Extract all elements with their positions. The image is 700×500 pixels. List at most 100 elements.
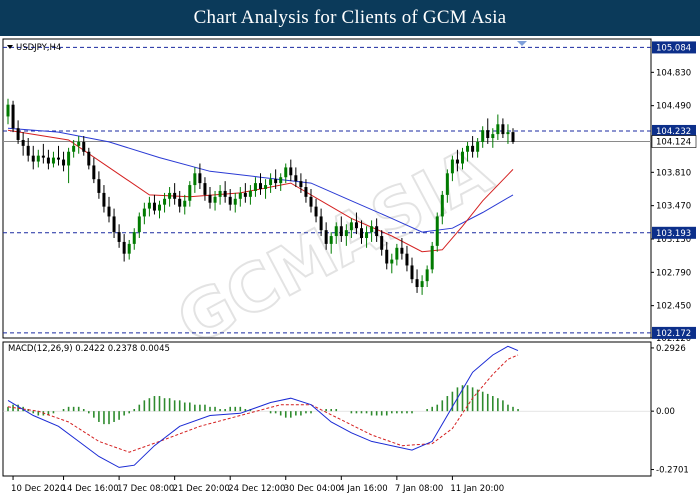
candle <box>430 241 434 274</box>
candle-body <box>466 145 470 152</box>
candle-body <box>450 159 454 174</box>
macd-panel-frame <box>2 341 652 477</box>
candle-body <box>304 187 308 197</box>
level-tag: 104.232 <box>652 124 696 137</box>
candle-body <box>122 241 126 254</box>
time-tick-label: 4 Jan 16:00 <box>339 484 387 494</box>
candle-body <box>264 185 268 189</box>
header-bar: Chart Analysis for Clients of GCM Asia <box>0 0 700 36</box>
price-axis: 104.830104.490103.810103.470103.130102.7… <box>651 68 691 344</box>
candle-body <box>269 179 273 186</box>
candle-body <box>67 151 71 166</box>
candle-body <box>440 194 444 217</box>
candle-body <box>375 226 379 237</box>
candle-body <box>511 132 515 142</box>
level-tag-label: 105.084 <box>656 43 691 53</box>
candle-body <box>390 259 394 264</box>
candle-body <box>16 128 20 140</box>
candle-body <box>354 222 358 229</box>
time-tick-label: 30 Dec 04:00 <box>284 484 341 494</box>
candle-body <box>228 196 232 205</box>
candle-body <box>360 228 363 239</box>
candle-body <box>380 236 384 250</box>
level-tag-label: 102.172 <box>656 329 691 339</box>
symbol-label: USDJPY,H4 <box>16 43 61 53</box>
candle-body <box>57 157 60 160</box>
candle-body <box>471 145 475 152</box>
candle <box>435 212 439 252</box>
candle-body <box>183 200 187 207</box>
candle-body <box>137 216 141 233</box>
candle-body <box>208 194 212 203</box>
candle-body <box>51 157 55 164</box>
level-markers: 105.084 104.232104.124 103.193 102.172 <box>651 41 697 339</box>
candle-body <box>435 216 439 246</box>
candle-body <box>314 206 318 217</box>
candle-body <box>107 206 111 217</box>
candle-body <box>385 249 389 264</box>
level-tag: 102.172 <box>652 326 696 339</box>
candle-body <box>274 179 278 184</box>
candle-body <box>309 196 313 207</box>
candle-body <box>82 141 86 152</box>
time-tick-label: 14 Dec 16:00 <box>62 484 119 494</box>
candle-body <box>213 196 217 203</box>
candle-body <box>324 230 328 244</box>
candle-body <box>455 159 459 164</box>
candle-body <box>319 216 323 231</box>
candle-body <box>294 175 298 182</box>
candle-body <box>339 226 343 237</box>
time-tick-label: 10 Dec 2020 <box>11 484 65 494</box>
macd-axis: 0.2926 0.00 -0.2701 <box>651 344 689 476</box>
chart-canvas: GCMASIA 104.830104.490103.810103.470103.… <box>2 38 697 494</box>
macd-tick-label: 0.00 <box>656 407 675 417</box>
candle-body <box>132 232 136 244</box>
level-tag: 105.084 <box>652 41 696 54</box>
candle-body <box>253 183 257 191</box>
candle-body <box>491 134 495 139</box>
candle-body <box>248 190 252 197</box>
candle-body <box>112 216 116 233</box>
candle-body <box>430 245 434 270</box>
candle-body <box>163 198 167 205</box>
time-tick-label: 24 Dec 12:00 <box>228 484 285 494</box>
candle-body <box>445 173 449 195</box>
candle-body <box>46 157 50 164</box>
candle-body <box>117 232 121 242</box>
candle-body <box>92 165 96 180</box>
candle-body <box>284 167 288 178</box>
price-tick-label: 102.790 <box>656 268 691 278</box>
candle-body <box>365 232 369 239</box>
candle-body <box>238 192 242 199</box>
level-tag-label: 103.193 <box>656 229 691 239</box>
candle-body <box>198 173 202 184</box>
price-tick-label: 104.490 <box>656 102 691 112</box>
time-tick-label: 11 Jan 20:00 <box>450 484 504 494</box>
candle-body <box>279 177 283 184</box>
time-tick-label: 21 Dec 20:00 <box>173 484 230 494</box>
candle-body <box>501 124 505 135</box>
level-tag-label: 104.124 <box>656 138 691 148</box>
candle-body <box>97 179 101 193</box>
candle-body <box>349 222 353 231</box>
candle-body <box>218 190 222 197</box>
candle-body <box>147 202 151 209</box>
candle-body <box>158 204 161 211</box>
candle-body <box>344 230 348 237</box>
candle-body <box>420 281 424 288</box>
candle-body <box>334 226 338 237</box>
candle-body <box>481 130 485 142</box>
candle-body <box>31 155 35 162</box>
candle-body <box>496 124 500 135</box>
level-tag: 104.124 <box>651 135 697 148</box>
candle-body <box>233 198 237 205</box>
candle-body <box>223 190 227 197</box>
price-tick-label: 102.450 <box>656 302 691 312</box>
candle-body <box>299 181 303 188</box>
candle-body <box>41 155 45 158</box>
macd-tick-label: -0.2701 <box>656 466 689 476</box>
candle-body <box>193 173 197 186</box>
price-tick-label: 103.470 <box>656 202 691 212</box>
candle <box>11 100 15 133</box>
macd-label: MACD(12,26,9) 0.2422 0.2378 0.0045 <box>8 344 170 354</box>
